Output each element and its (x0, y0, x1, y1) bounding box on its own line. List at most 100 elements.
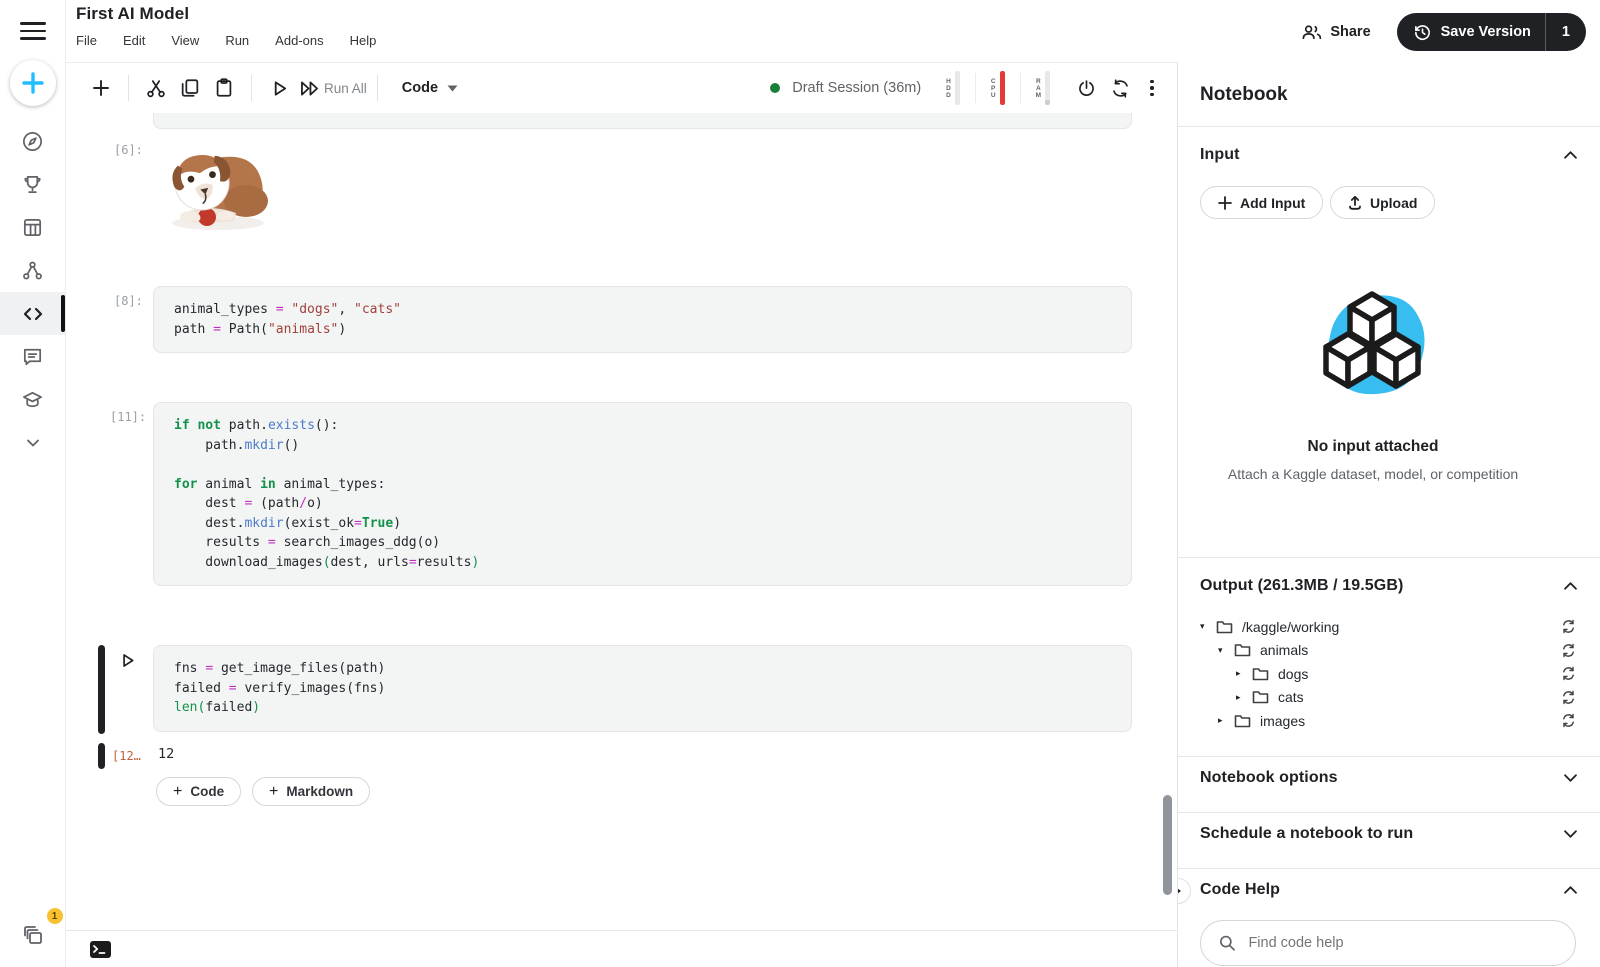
folder-icon (1252, 667, 1269, 681)
console-terminal-icon[interactable] (89, 940, 112, 959)
selected-cell-indicator (98, 645, 105, 734)
chevron-down-icon (23, 433, 43, 453)
menu-view[interactable]: View (171, 33, 199, 48)
restart-session-button[interactable] (1103, 71, 1137, 105)
menu-run[interactable]: Run (225, 33, 249, 48)
add-input-label: Add Input (1240, 195, 1305, 211)
sidebar-item-learn[interactable] (0, 378, 65, 421)
menu-edit[interactable]: Edit (123, 33, 145, 48)
code-help-search[interactable] (1200, 920, 1576, 966)
cpu-bar (1000, 71, 1005, 105)
code-editor-selected[interactable]: fns = get_image_files(path)failed = veri… (174, 659, 1113, 718)
graduation-cap-icon (21, 388, 44, 411)
copy-icon (179, 77, 201, 99)
power-session-button[interactable] (1069, 71, 1103, 105)
output-tree-row[interactable]: ▾ /kaggle/working (1178, 615, 1600, 639)
more-options-button[interactable] (1137, 80, 1167, 97)
sidebar-item-discussions[interactable] (0, 335, 65, 378)
code-cell-11[interactable]: if not path.exists(): path.mkdir() for a… (153, 402, 1132, 586)
menu-help[interactable]: Help (350, 33, 377, 48)
output-tree-row[interactable]: ▾ animals (1178, 639, 1600, 663)
input-section-header[interactable]: Input (1200, 146, 1578, 164)
no-input-title: No input attached (1178, 438, 1568, 456)
refresh-icon[interactable] (1561, 690, 1576, 705)
plus-icon (20, 70, 46, 96)
refresh-icon[interactable] (1561, 713, 1576, 728)
schedule-section-header[interactable]: Schedule a notebook to run (1200, 825, 1578, 843)
code-cell-selected[interactable]: fns = get_image_files(path)failed = veri… (153, 645, 1132, 732)
run-all-button[interactable] (296, 71, 322, 105)
sidebar-item-models[interactable] (0, 249, 65, 292)
plus-icon: + (269, 783, 278, 801)
session-status[interactable]: Draft Session (36m) (770, 80, 921, 96)
upload-button[interactable]: Upload (1330, 186, 1435, 219)
code-help-header[interactable]: Code Help (1200, 881, 1578, 899)
tree-caret-icon[interactable]: ▸ (1236, 692, 1250, 703)
output-tree-row[interactable]: ▸ images (1178, 709, 1600, 733)
code-cell-8[interactable]: animal_types = "dogs", "cats"path = Path… (153, 286, 1132, 353)
output-section-title: Output (261.3MB / 19.5GB) (1200, 577, 1403, 595)
partial-code-cell[interactable] (153, 113, 1132, 129)
tree-caret-icon[interactable]: ▾ (1218, 645, 1232, 656)
cell-prompt-8: [8]: (114, 294, 143, 308)
add-input-button[interactable]: Add Input (1200, 186, 1323, 219)
hamburger-menu-icon[interactable] (20, 18, 46, 44)
folder-icon (1234, 714, 1251, 728)
vertical-scrollbar-thumb[interactable] (1163, 795, 1172, 895)
cell-run-button[interactable] (119, 652, 136, 672)
refresh-icon[interactable] (1561, 643, 1576, 658)
create-button[interactable] (10, 60, 56, 106)
save-version-label: Save Version (1441, 24, 1531, 40)
menu-addons[interactable]: Add-ons (275, 33, 323, 48)
dataset-table-icon (21, 216, 44, 239)
sidebar-item-datasets[interactable] (0, 206, 65, 249)
schedule-section-title: Schedule a notebook to run (1200, 825, 1413, 843)
tree-caret-icon[interactable]: ▸ (1218, 715, 1232, 726)
run-cell-button[interactable] (262, 71, 296, 105)
save-version-count[interactable]: 1 (1545, 13, 1586, 51)
output-value: 12 (158, 746, 174, 762)
code-editor-8[interactable]: animal_types = "dogs", "cats"path = Path… (174, 300, 1113, 339)
ram-meter: R A M (1036, 71, 1050, 105)
add-markdown-cell-button[interactable]: + Markdown (252, 777, 370, 806)
cut-cell-button[interactable] (139, 71, 173, 105)
menu-file[interactable]: File (76, 33, 97, 48)
cell-type-label: Code (402, 80, 438, 96)
caret-right-icon (1178, 886, 1182, 896)
sidebar-item-home[interactable] (0, 120, 65, 163)
share-button[interactable]: Share (1301, 23, 1370, 41)
add-code-cell-button[interactable]: + Code (156, 777, 241, 806)
tree-item-label: dogs (1278, 666, 1308, 682)
sidebar-item-code[interactable] (0, 292, 65, 335)
cell-type-dropdown[interactable]: Code (402, 80, 458, 96)
output-tree-row[interactable]: ▸ dogs (1178, 662, 1600, 686)
session-status-dot (770, 83, 780, 93)
copy-cell-button[interactable] (173, 71, 207, 105)
refresh-icon[interactable] (1561, 666, 1576, 681)
sidebar-item-competitions[interactable] (0, 163, 65, 206)
run-all-label[interactable]: Run All (324, 81, 367, 96)
sidebar-item-more[interactable] (0, 421, 65, 464)
output-section-header[interactable]: Output (261.3MB / 19.5GB) (1200, 577, 1578, 595)
save-version-button[interactable]: Save Version 1 (1397, 13, 1586, 51)
chevron-up-icon (1563, 150, 1578, 160)
code-help-search-input[interactable] (1248, 935, 1557, 951)
tree-caret-icon[interactable]: ▸ (1236, 668, 1250, 679)
add-cell-button[interactable] (84, 71, 118, 105)
notebook-settings-panel: Notebook Input Add Input Upload (1178, 62, 1600, 967)
paste-cell-button[interactable] (207, 71, 241, 105)
output-tree-row[interactable]: ▸ cats (1178, 686, 1600, 710)
notebook-options-header[interactable]: Notebook options (1200, 769, 1578, 787)
notebook-header: First AI Model File Edit View Run Add-on… (66, 0, 1600, 62)
panel-title: Notebook (1200, 84, 1288, 106)
share-people-icon (1301, 23, 1322, 41)
code-editor-11[interactable]: if not path.exists(): path.mkdir() for a… (174, 416, 1113, 572)
refresh-icon[interactable] (1561, 619, 1576, 634)
plus-icon (1218, 196, 1232, 210)
cells-scroll-area[interactable]: [6]: (66, 113, 1177, 930)
code-help-title: Code Help (1200, 881, 1280, 899)
panel-collapse-button[interactable] (1178, 878, 1191, 904)
tree-caret-icon[interactable]: ▾ (1200, 621, 1214, 632)
active-events-button[interactable]: 1 (10, 917, 56, 953)
add-code-label: Code (190, 784, 224, 799)
